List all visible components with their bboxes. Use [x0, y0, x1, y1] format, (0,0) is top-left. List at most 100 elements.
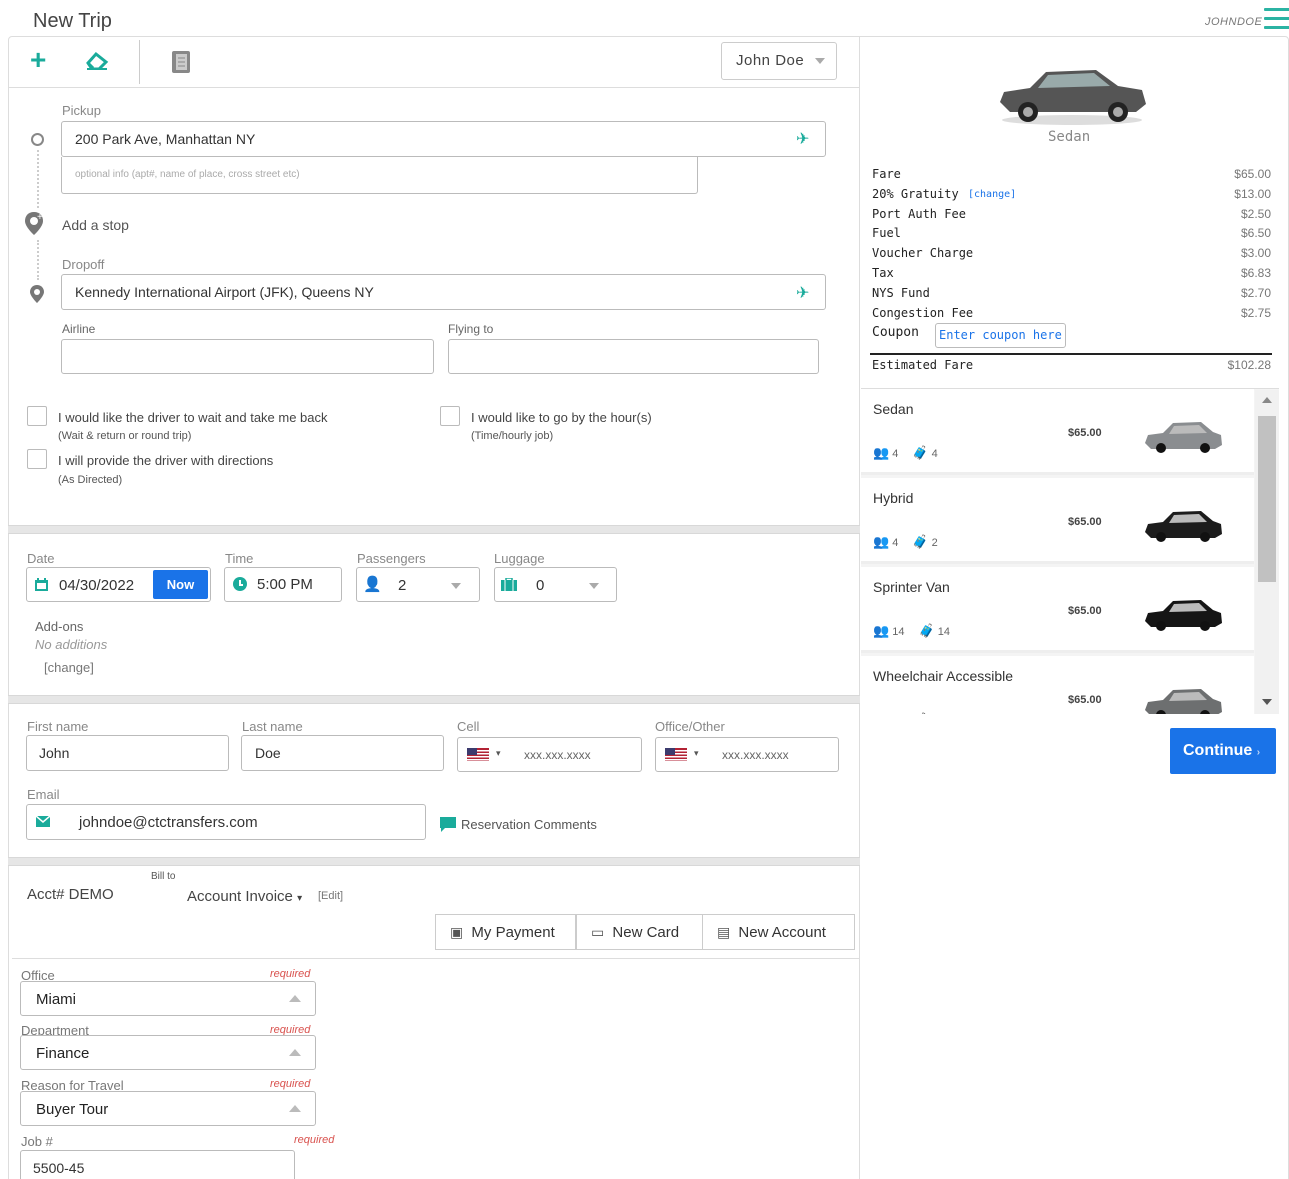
luggage-icon: 🧳 — [912, 712, 928, 714]
chevron-up-icon-department — [289, 1049, 301, 1056]
eraser-icon[interactable] — [85, 50, 109, 70]
reason-select[interactable]: Buyer Tour — [20, 1091, 316, 1126]
route-connector — [37, 150, 39, 208]
add-stop-link[interactable]: Add a stop — [62, 217, 129, 233]
passenger-capacity: 4 — [892, 448, 899, 460]
passenger-capacity: 14 — [892, 626, 905, 638]
comment-icon[interactable] — [440, 817, 456, 832]
vehicle-option-name: Hybrid — [873, 490, 914, 506]
hourly-sub: (Time/hourly job) — [471, 430, 554, 442]
user-dropdown-label: John Doe — [736, 52, 805, 69]
fare-item-label: Fuel — [872, 226, 901, 240]
luggage-label: Luggage — [494, 551, 545, 566]
dropoff-input[interactable]: Kennedy International Airport (JFK), Que… — [61, 274, 826, 310]
bill-to-dropdown[interactable]: Account Invoice ▾ — [187, 888, 302, 905]
time-label: Time — [225, 551, 254, 566]
fare-item-value: $2.70 — [1240, 286, 1271, 300]
vehicle-option[interactable]: Sedan $65.00 👥 4 🧳 4 — [861, 389, 1254, 475]
section-divider-2 — [8, 695, 860, 704]
addons-change-link[interactable]: [change] — [44, 660, 94, 675]
add-icon[interactable]: + — [30, 46, 46, 74]
office-select-value: Miami — [36, 991, 76, 1008]
last-name-input[interactable]: Doe — [241, 735, 444, 771]
continue-button[interactable]: Continue › — [1170, 728, 1276, 774]
first-name-input[interactable]: John — [26, 735, 229, 771]
wallet-icon: ▣ — [450, 924, 464, 940]
scroll-up-icon[interactable] — [1262, 397, 1272, 403]
us-flag-icon[interactable] — [467, 748, 489, 761]
clock-icon — [233, 577, 247, 591]
reason-value: Buyer Tour — [36, 1101, 109, 1118]
addons-value: No additions — [35, 637, 108, 652]
first-name-label: First name — [27, 719, 89, 734]
directions-checkbox[interactable] — [27, 449, 47, 469]
vehicle-option-name: Sprinter Van — [873, 579, 950, 595]
vehicle-option-price: $65.00 — [1068, 605, 1102, 617]
chevron-down-icon-office[interactable]: ▾ — [694, 748, 699, 759]
fare-item-label: 20% Gratuity — [872, 187, 959, 201]
dropoff-label: Dropoff — [62, 257, 105, 272]
vehicle-list: Sedan $65.00 👥 4 🧳 4 Hybrid $65.00 👥 4 🧳 2 Sprin… — [861, 388, 1279, 714]
new-account-button[interactable]: ▤ New Account — [702, 914, 855, 950]
add-user-icon: 👤 — [363, 576, 382, 593]
section-divider-3 — [8, 857, 860, 866]
department-select[interactable]: Finance — [20, 1035, 316, 1070]
chevron-down-icon — [814, 58, 825, 65]
gratuity-change-link[interactable]: [change] — [968, 189, 1016, 200]
new-card-label: New Card — [612, 924, 680, 941]
add-stop-pin-icon[interactable]: + — [23, 211, 45, 237]
luggage-capacity: 14 — [937, 626, 950, 638]
chevron-right-icon: › — [1256, 747, 1261, 758]
hourly-checkbox[interactable] — [440, 406, 460, 426]
coupon-input[interactable]: Enter coupon here — [935, 323, 1066, 348]
email-value: johndoe@ctctransfers.com — [79, 814, 258, 831]
first-name-value: John — [39, 745, 70, 761]
last-name-label: Last name — [242, 719, 303, 734]
fare-item-label: Port Auth Fee — [872, 207, 966, 221]
pickup-optional-placeholder: optional info (apt#, name of place, cros… — [75, 169, 300, 180]
chevron-down-icon-bill: ▾ — [297, 893, 303, 904]
airport-plane-icon-dropoff[interactable]: ✈ — [796, 283, 809, 303]
scrollbar-thumb[interactable] — [1258, 416, 1276, 582]
job-input[interactable]: 5500-45 — [20, 1150, 295, 1179]
my-payment-button[interactable]: ▣ My Payment — [435, 914, 576, 950]
fare-item-value: $65.00 — [1234, 167, 1271, 181]
vehicle-option[interactable]: Hybrid $65.00 👥 4 🧳 2 — [861, 478, 1254, 564]
user-dropdown[interactable]: John Doe — [721, 42, 837, 80]
fare-item-label: Congestion Fee — [872, 306, 974, 320]
chevron-up-icon-reason — [289, 1105, 301, 1112]
vehicle-capacity: 👥 4 🧳 2 — [873, 534, 938, 550]
luggage-icon: 🧳 — [912, 445, 929, 460]
new-card-button[interactable]: ▭ New Card — [576, 914, 703, 950]
airline-input[interactable] — [61, 339, 434, 374]
office-select[interactable]: Miami — [20, 981, 316, 1016]
bill-edit-link[interactable]: [Edit] — [318, 890, 343, 902]
new-account-label: New Account — [738, 924, 826, 941]
vehicle-option[interactable]: Sprinter Van $65.00 👥 14 🧳 14 — [861, 567, 1254, 653]
pickup-input[interactable]: 200 Park Ave, Manhattan NY — [61, 121, 826, 157]
menu-icon[interactable] — [1264, 8, 1289, 32]
wait-return-label: I would like the driver to wait and take… — [58, 410, 328, 425]
pickup-label: Pickup — [62, 103, 102, 118]
fare-item-value: $6.83 — [1240, 266, 1271, 280]
now-button[interactable]: Now — [153, 570, 208, 599]
estimated-divider — [870, 353, 1272, 355]
wait-return-checkbox[interactable] — [27, 406, 47, 426]
reservation-comments-link[interactable]: Reservation Comments — [461, 817, 597, 832]
scroll-down-icon[interactable] — [1262, 699, 1272, 705]
dropoff-pin-icon — [30, 285, 44, 303]
notebook-icon[interactable] — [170, 50, 192, 74]
fare-item-label: NYS Fund — [872, 286, 930, 300]
airline-label: Airline — [62, 322, 96, 336]
us-flag-icon-office[interactable] — [665, 748, 687, 761]
hourly-label: I would like to go by the hour(s) — [471, 410, 652, 425]
vehicle-capacity: 👥 14 🧳 14 — [873, 623, 950, 639]
route-connector-2 — [37, 240, 39, 280]
pickup-optional-input[interactable]: optional info (apt#, name of place, cros… — [61, 157, 698, 194]
coupon-label: Coupon — [872, 325, 919, 340]
flying-to-input[interactable] — [448, 339, 819, 374]
airport-plane-icon[interactable]: ✈ — [796, 129, 809, 149]
job-label: Job # — [21, 1134, 53, 1149]
chevron-down-icon-cell[interactable]: ▾ — [496, 748, 501, 759]
vehicle-option[interactable]: Wheelchair Accessible $65.00 👥 4🧳 2 — [861, 656, 1254, 714]
